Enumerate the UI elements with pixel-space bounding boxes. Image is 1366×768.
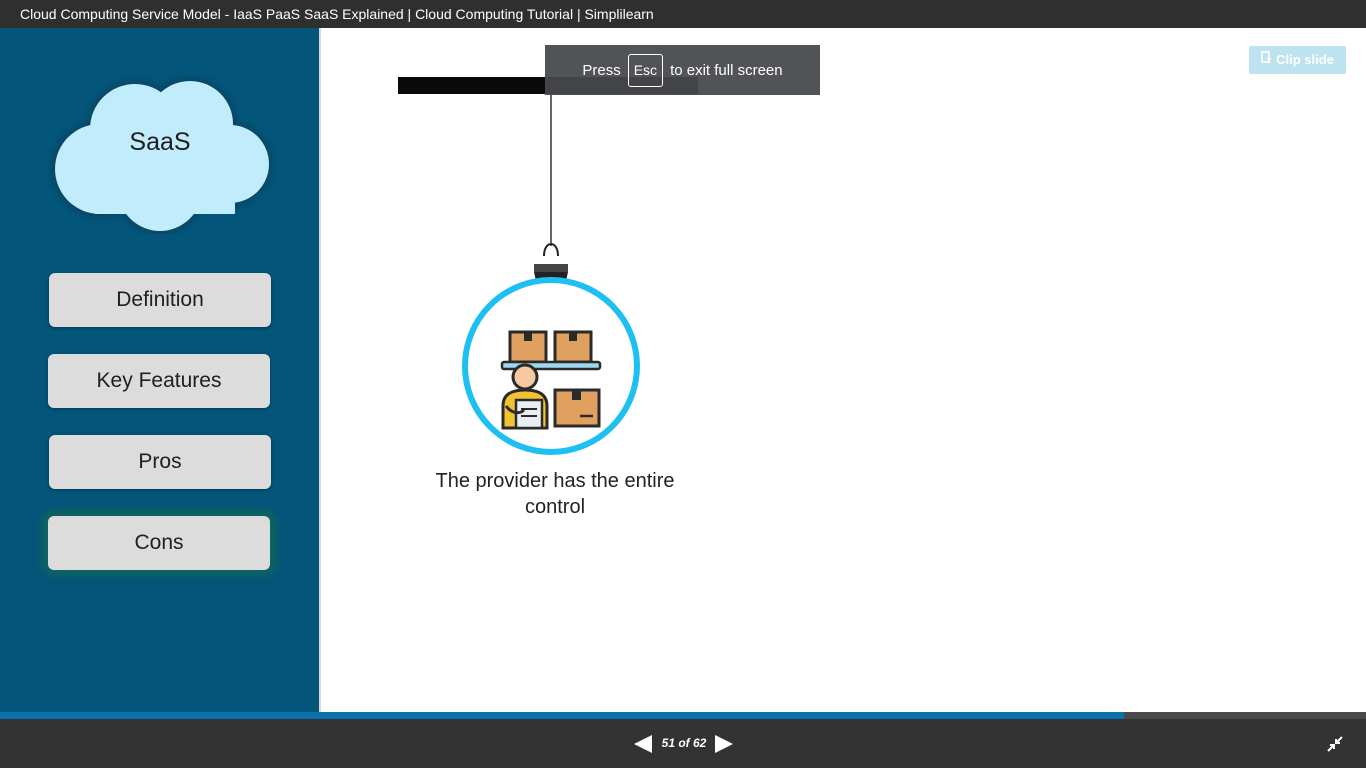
sidebar: SaaS Definition Key Features Pros Cons [0,28,319,712]
cons-button[interactable]: Cons [48,516,270,570]
page-indicator: 51 of 62 [661,736,707,750]
slide-player: Cloud Computing Service Model - IaaS Paa… [0,0,1366,768]
fullscreen-notice-suffix: to exit full screen [670,61,783,79]
slide-canvas: SaaS Definition Key Features Pros Cons T… [0,28,1366,712]
exit-fullscreen-button[interactable] [1326,735,1344,753]
cloud-label: SaaS [129,128,191,156]
key-features-button[interactable]: Key Features [48,354,270,408]
hanging-illustration [440,88,680,468]
sidebar-divider [319,28,321,712]
fullscreen-notice-prefix: Press [582,61,621,79]
progress-fill [0,712,1125,719]
esc-key: Esc [627,53,664,87]
triangle-left-icon [634,735,652,753]
progress-bar[interactable] [0,712,1366,719]
clip-slide-label: Clip slide [1276,52,1334,67]
window-title: Cloud Computing Service Model - IaaS Paa… [0,0,1366,28]
triangle-right-icon [715,735,733,753]
definition-button[interactable]: Definition [49,273,271,327]
exit-fullscreen-icon [1327,736,1343,752]
previous-slide-button[interactable] [633,734,653,754]
player-controls: 51 of 62 [0,719,1366,768]
slide-caption: The provider has the entire control [435,470,675,518]
clip-icon [1261,46,1272,74]
clip-slide-button[interactable]: Clip slide [1249,46,1346,74]
next-slide-button[interactable] [714,734,734,754]
pros-button[interactable]: Pros [49,435,271,489]
fullscreen-notice: Press Esc to exit full screen [545,45,820,95]
warehouse-worker-icon [462,88,640,455]
